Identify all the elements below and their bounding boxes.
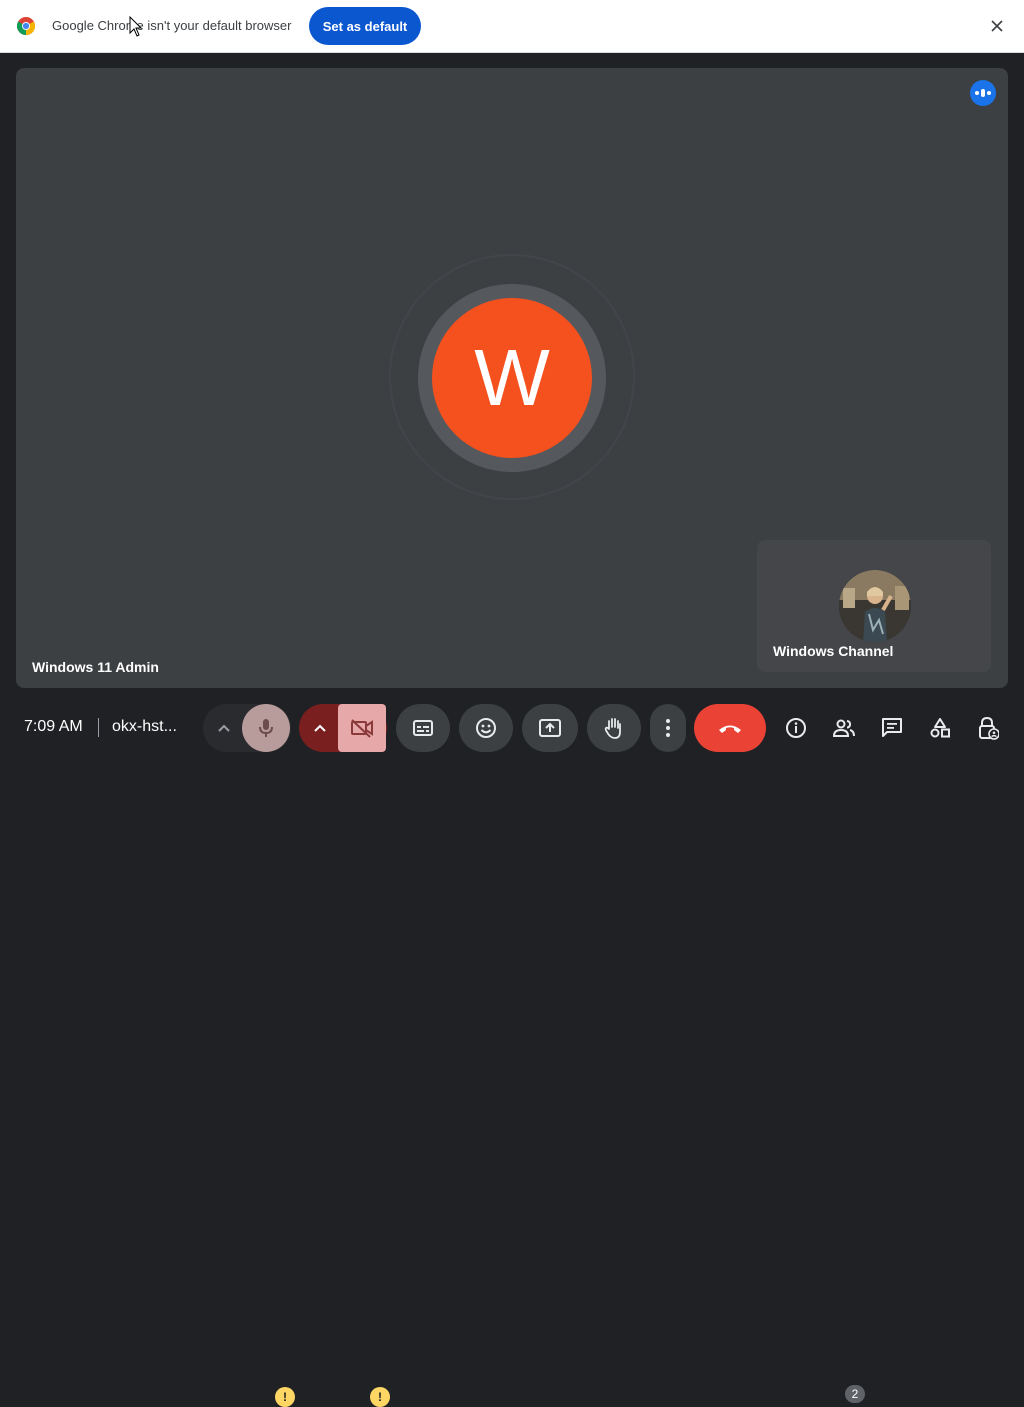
leave-call-button[interactable] [694,704,766,752]
activities-icon [930,718,950,738]
participants-count-badge: 2 [845,1385,865,1403]
people-icon [832,719,855,737]
activities-button[interactable] [922,704,958,752]
more-options-button[interactable] [650,704,686,752]
infobar-message: Google Chrome isn't your default browser [52,18,292,33]
raise-hand-button[interactable] [587,704,641,752]
video-controls-group [299,704,387,752]
hang-up-icon [719,725,741,733]
main-video-stage: W Windows 11 Admin Windows Channel [16,68,1008,688]
mouse-cursor-icon [129,16,143,37]
chevron-up-icon [218,724,230,732]
audio-options-button[interactable] [203,704,245,752]
audio-controls-group [203,704,291,752]
self-participant-name: Windows Channel [773,643,894,659]
hand-icon [604,718,621,739]
more-vert-icon [666,719,670,737]
camera-warning-badge: ! [370,1387,390,1407]
self-avatar [839,570,911,642]
chrome-logo-icon [17,17,35,35]
main-participant-name: Windows 11 Admin [32,659,159,675]
present-screen-button[interactable] [522,704,578,752]
emoji-icon [476,718,496,738]
close-icon[interactable] [986,15,1008,37]
host-controls-button[interactable] [970,704,1006,752]
microphone-off-button[interactable] [242,704,290,752]
mic-warning-badge: ! [275,1387,295,1407]
meeting-control-bar: 7:09 AM okx-hst... ! ! 2 [0,688,1024,1407]
meeting-details-button[interactable] [778,704,814,752]
chat-icon [882,718,902,737]
speaking-indicator-icon [970,80,996,106]
divider [98,718,99,737]
mic-off-icon [259,719,273,737]
set-as-default-button[interactable]: Set as default [309,7,421,45]
send-reaction-button[interactable] [459,704,513,752]
captions-button[interactable] [396,704,450,752]
lock-person-icon [979,716,999,740]
meeting-time: 7:09 AM [24,718,83,735]
participant-avatar: W [432,298,592,458]
chevron-up-icon [314,724,326,732]
chat-button[interactable] [874,704,910,752]
meeting-code[interactable]: okx-hst... [112,718,177,736]
people-button[interactable] [826,704,862,752]
closed-captions-icon [413,720,433,736]
info-icon [786,718,806,738]
default-browser-infobar: Google Chrome isn't your default browser… [0,0,1024,53]
camera-off-icon [351,719,373,738]
video-options-button[interactable] [299,704,341,752]
camera-off-button[interactable] [338,704,386,752]
present-icon [539,719,561,737]
self-view-tile[interactable]: Windows Channel [757,540,991,672]
